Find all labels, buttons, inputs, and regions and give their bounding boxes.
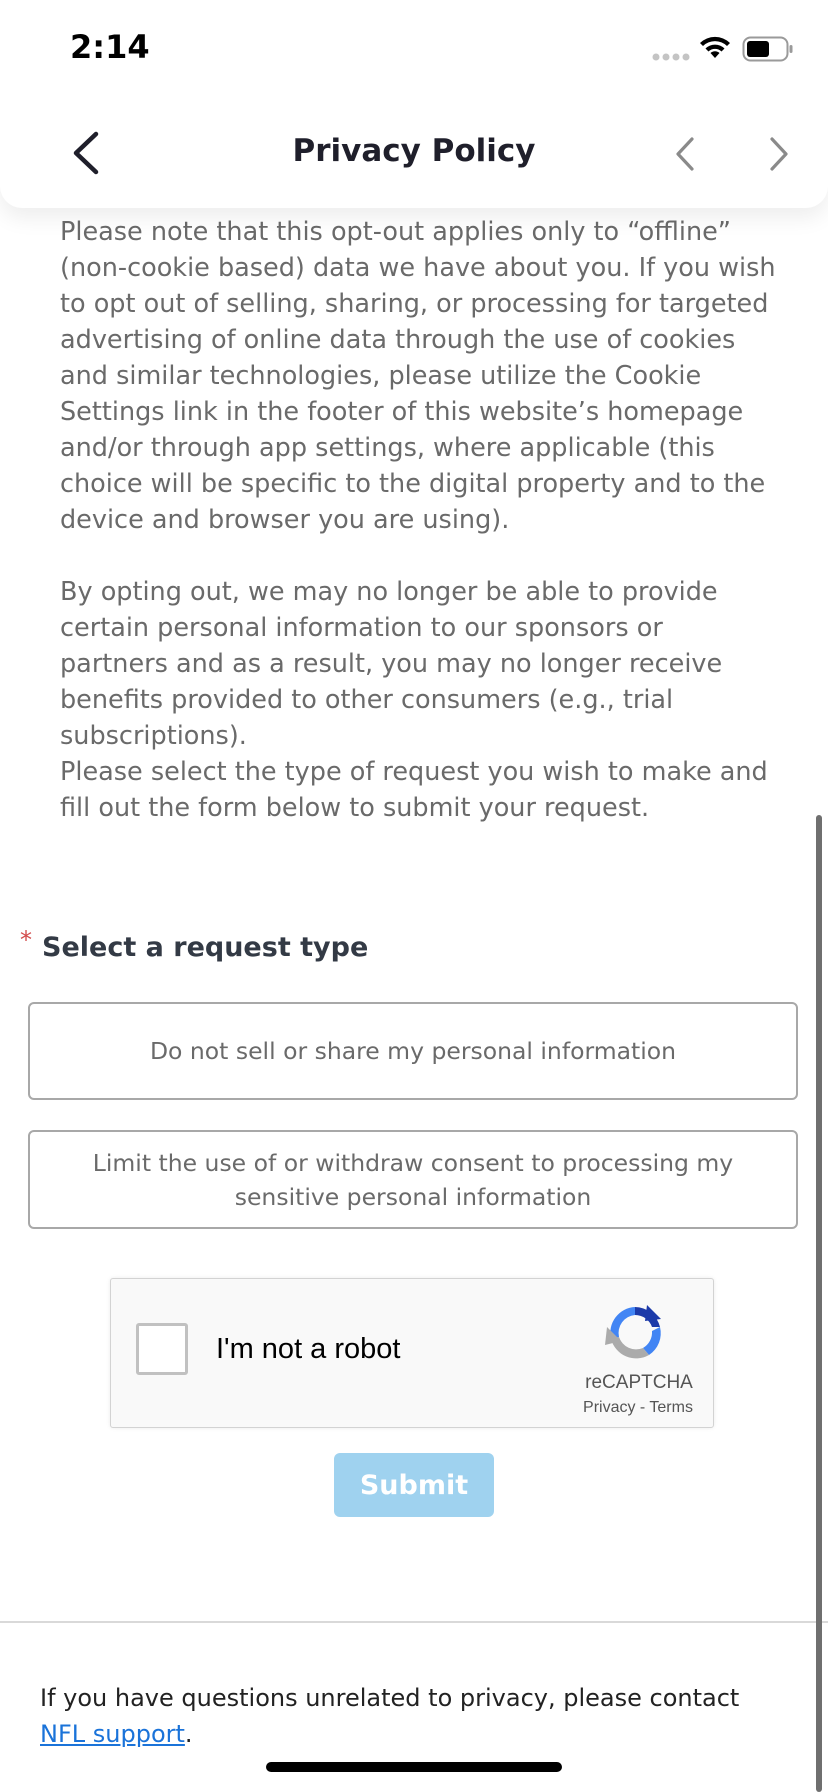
- battery-icon: [742, 36, 793, 62]
- opt-out-note-paragraph: Please note that this opt-out applies on…: [60, 217, 776, 535]
- home-indicator: [266, 1762, 562, 1772]
- status-bar: 2:14: [0, 0, 828, 100]
- wifi-icon: [700, 36, 730, 58]
- recaptcha-links: Privacy - Terms: [563, 1399, 713, 1417]
- nfl-support-link[interactable]: NFL support: [40, 1720, 185, 1748]
- submit-button[interactable]: Submit: [334, 1453, 494, 1517]
- select-request-instruction-paragraph: Please select the type of request you wi…: [60, 757, 768, 823]
- status-time: 2:14: [70, 28, 150, 66]
- footer-contact-text: If you have questions unrelated to priva…: [40, 1680, 780, 1752]
- nav-bar: Privacy Policy: [0, 100, 828, 208]
- footer-contact-suffix: .: [184, 1720, 193, 1748]
- recaptcha-logo-icon: [605, 1305, 661, 1359]
- option-do-not-sell-button[interactable]: Do not sell or share my personal informa…: [28, 1002, 798, 1100]
- recaptcha-link-separator: -: [639, 1399, 646, 1416]
- request-type-label: Select a request type: [42, 932, 369, 963]
- option-do-not-sell-label: Do not sell or share my personal informa…: [149, 1037, 677, 1065]
- recaptcha-terms-link[interactable]: Terms: [649, 1399, 693, 1416]
- back-chevron-icon[interactable]: [66, 128, 106, 178]
- option-limit-sensitive-use-label: Limit the use of or withdraw consent to …: [92, 1148, 734, 1211]
- page-title: Privacy Policy: [292, 133, 536, 169]
- recaptcha-widget: I'm not a robot reCAPTCHA Privacy - Term…: [110, 1278, 714, 1428]
- opt-out-consequence-paragraph: By opting out, we may no longer be able …: [60, 577, 723, 751]
- previous-page-chevron-icon[interactable]: [670, 134, 700, 174]
- recaptcha-label: I'm not a robot: [216, 1333, 401, 1365]
- scrollbar[interactable]: [816, 815, 822, 1792]
- recaptcha-checkbox[interactable]: [136, 1323, 188, 1375]
- recaptcha-privacy-link[interactable]: Privacy: [583, 1399, 635, 1416]
- footer-divider: [0, 1621, 828, 1623]
- footer-contact-prefix: If you have questions unrelated to priva…: [40, 1684, 740, 1712]
- next-page-chevron-icon[interactable]: [764, 134, 794, 174]
- recaptcha-brand-text: reCAPTCHA: [585, 1372, 693, 1393]
- required-marker: *: [20, 926, 32, 954]
- cellular-signal-icon: [652, 53, 690, 61]
- option-limit-sensitive-use-button[interactable]: Limit the use of or withdraw consent to …: [28, 1130, 798, 1229]
